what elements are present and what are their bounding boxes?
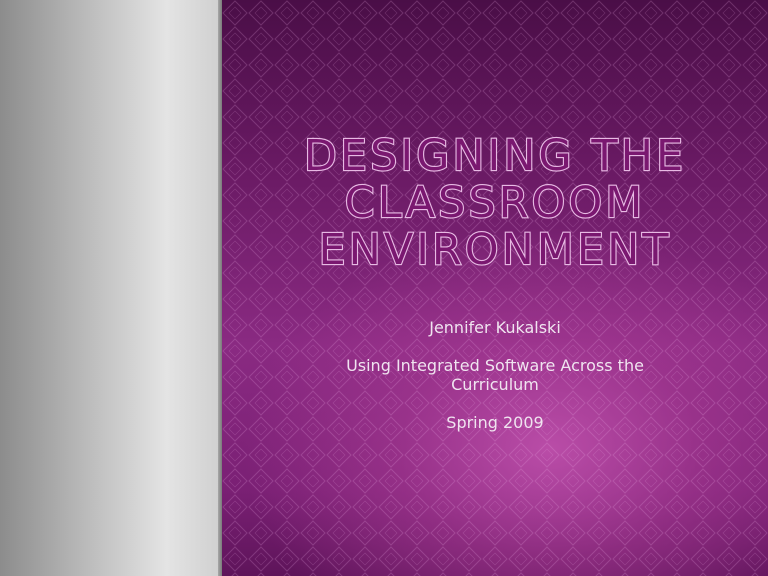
slide-title: Designing the Classroom Environment	[222, 131, 768, 275]
title-line-1: Designing the	[303, 131, 687, 181]
gray-side-panel	[0, 0, 222, 576]
author-name: Jennifer Kukalski	[429, 318, 561, 337]
title-line-3: Environment	[317, 225, 672, 275]
course-name: Using Integrated Software Across the Cur…	[346, 356, 644, 394]
term: Spring 2009	[446, 413, 544, 432]
presentation-slide: Designing the Classroom Environment Jenn…	[0, 0, 768, 576]
title-line-2: Classroom	[344, 178, 646, 228]
purple-background-panel	[222, 0, 768, 576]
slide-subtitle: Jennifer Kukalski Using Integrated Softw…	[305, 318, 685, 451]
background-diamond-pattern	[222, 0, 768, 576]
